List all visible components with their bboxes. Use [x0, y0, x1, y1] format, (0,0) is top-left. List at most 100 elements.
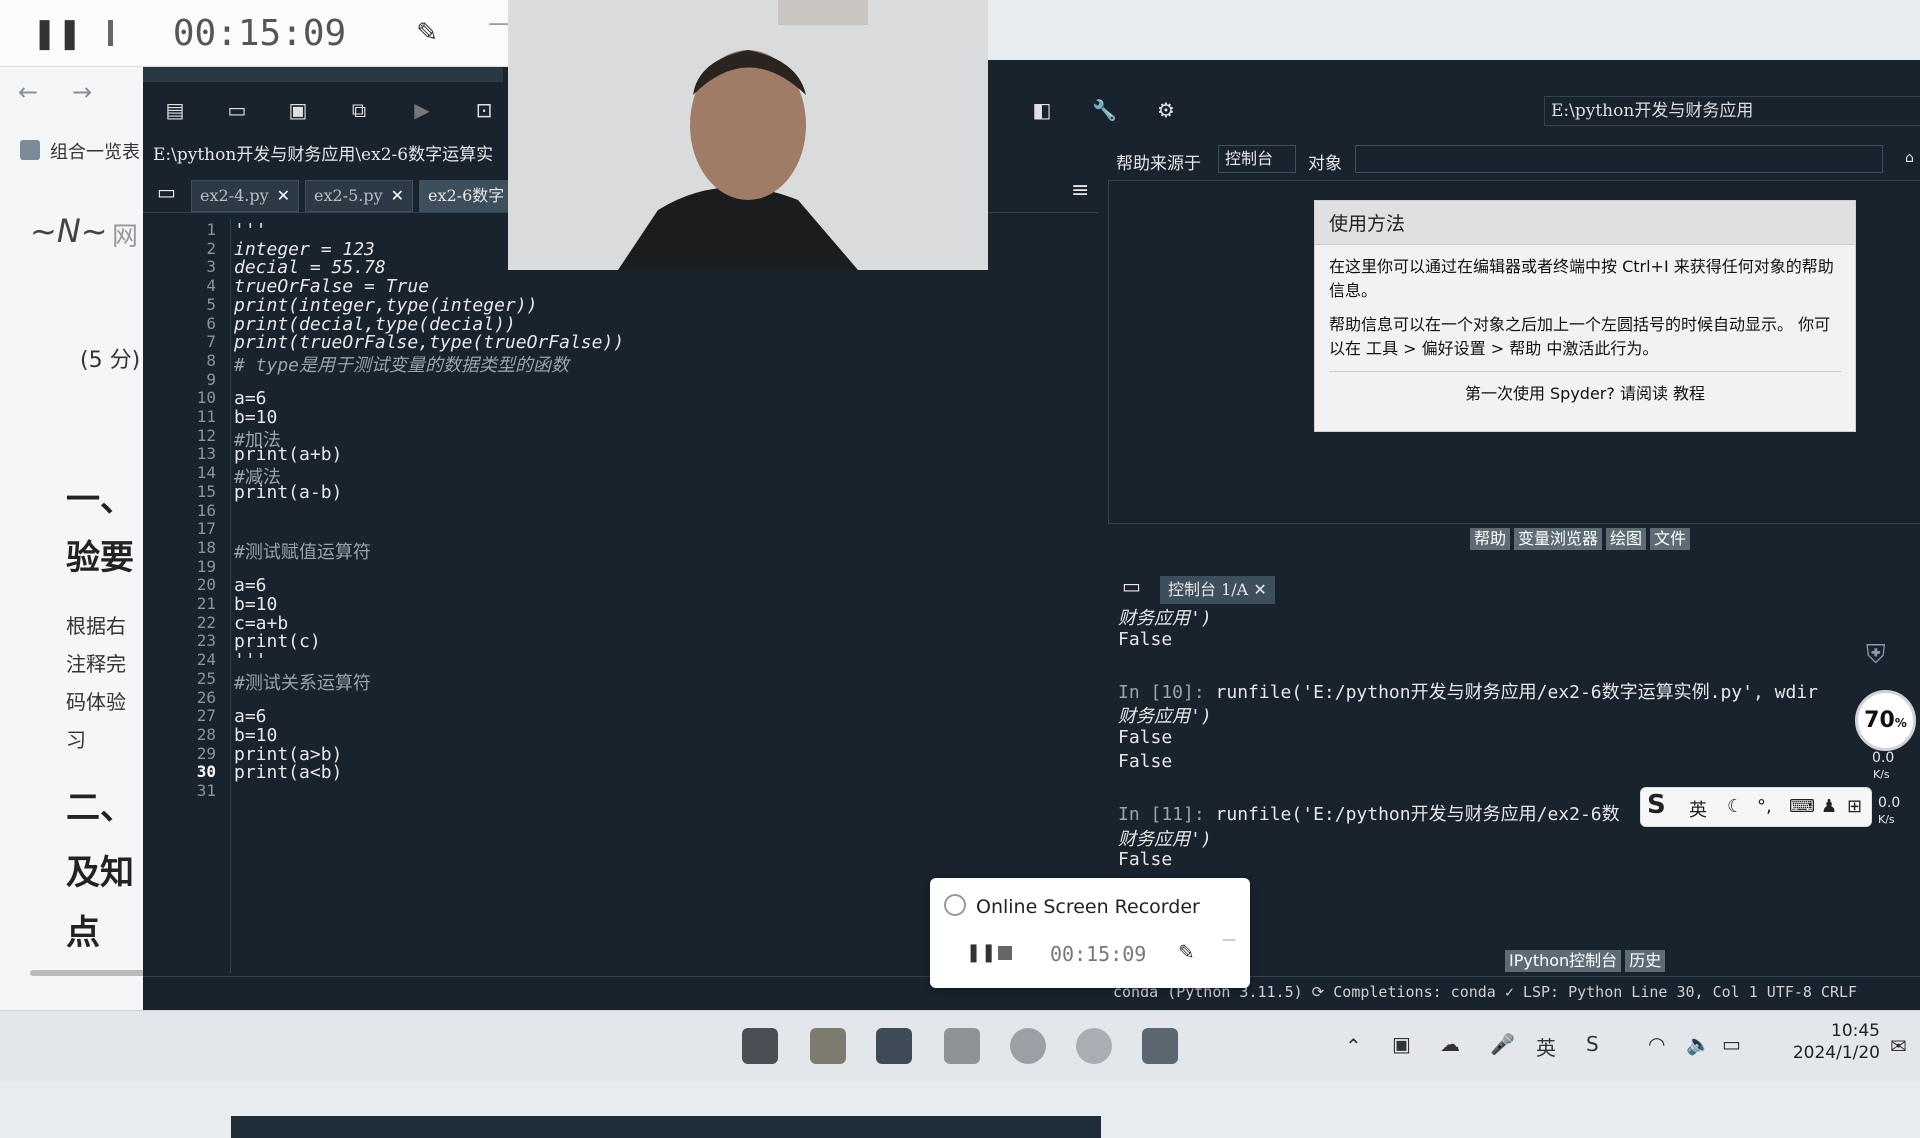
volume-icon[interactable]: 🔈: [1686, 1032, 1711, 1056]
ime-toolbar[interactable]: S 英 ☾ °, ⌨ ♟ ⊞: [1640, 787, 1872, 827]
home-icon[interactable]: ⌂: [1905, 150, 1914, 166]
save-all-icon[interactable]: ⧉: [347, 98, 371, 122]
minimize-icon[interactable]: —: [1222, 932, 1236, 948]
open-folder-icon[interactable]: ▭: [225, 98, 249, 122]
editor-tab-ex2-4[interactable]: ex2-4.py ✕: [191, 180, 300, 212]
recorder-toolbar: ❚❚ 00:15:09 ✎ —: [0, 0, 512, 67]
console-prompt: In [11]:: [1118, 804, 1205, 825]
network-speed-widget[interactable]: 70%: [1855, 690, 1916, 751]
back-arrow-icon[interactable]: ←: [18, 78, 38, 106]
editor-tab-ex2-6[interactable]: ex2-6数字: [419, 180, 514, 212]
maximize-pane-icon[interactable]: ◧: [1030, 98, 1054, 122]
tab-ipython-console[interactable]: IPython控制台: [1505, 950, 1622, 972]
console-bottom-tabs: IPython控制台 历史: [1505, 950, 1666, 972]
help-pane-tabs: 帮助 变量浏览器 绘图 文件: [1470, 528, 1691, 550]
line-number-gutter: 1 2 3 4 5 6 7 8 9 10 11 12 13 14 15 16 17 18 19 20 21 22 23 24 2…: [143, 218, 231, 973]
save-icon[interactable]: ▣: [286, 98, 310, 122]
moon-icon[interactable]: ☾: [1727, 796, 1743, 817]
python-path-icon[interactable]: ⚙: [1154, 98, 1178, 122]
wifi-icon[interactable]: ◠: [1648, 1032, 1665, 1056]
tab-files[interactable]: 文件: [1650, 528, 1691, 550]
tab-history[interactable]: 历史: [1625, 950, 1666, 972]
options-menu-icon[interactable]: ≡: [1071, 178, 1089, 203]
line-number: 17: [196, 519, 216, 539]
sogou-tray-icon[interactable]: S: [1586, 1032, 1599, 1056]
usage-paragraph-1: 在这里你可以通过在编辑器或者终端中按 Ctrl+I 来获得任何对象的帮助信息。: [1329, 257, 1834, 300]
keyboard-icon[interactable]: ⌨: [1789, 796, 1815, 817]
close-icon[interactable]: ✕: [1253, 580, 1266, 599]
editor-tab-ex2-5[interactable]: ex2-5.py ✕: [305, 180, 414, 212]
browser-tab-title[interactable]: 组合一览表: [50, 138, 140, 164]
spyder-app-icon[interactable]: [944, 1028, 980, 1064]
line-number: 13: [196, 444, 216, 464]
cloud-icon[interactable]: ☁: [1440, 1032, 1460, 1056]
stop-icon[interactable]: [998, 946, 1012, 960]
apps-grid-icon[interactable]: ⊞: [1847, 796, 1862, 817]
console-line: False: [1118, 849, 1172, 870]
console-prompt: In [10]:: [1118, 681, 1205, 703]
pen-icon[interactable]: ✎: [416, 18, 438, 48]
console-tab[interactable]: 控制台 1/A ✕: [1160, 576, 1275, 604]
line-number: 30: [196, 762, 216, 782]
feather-app-icon[interactable]: [876, 1028, 912, 1064]
score-text: (5 分): [80, 348, 141, 373]
working-directory-field[interactable]: E:\python开发与财务应用: [1544, 96, 1920, 126]
shield-icon[interactable]: ⛨: [1866, 640, 1886, 671]
tab-plots[interactable]: 绘图: [1606, 528, 1647, 550]
pause-icon[interactable]: ❚❚: [966, 942, 996, 963]
line-number: 6: [206, 313, 216, 333]
console-line: In [11]: runfile('E:/python开发与财务应用/ex2-6…: [1118, 800, 1620, 826]
console-line: False: [1118, 629, 1172, 650]
close-icon[interactable]: ✕: [391, 186, 404, 205]
tab-help[interactable]: 帮助: [1470, 528, 1511, 550]
horizontal-scrollbar[interactable]: [30, 970, 150, 976]
upload-speed-unit: K/s: [1873, 768, 1890, 781]
object-input[interactable]: [1355, 145, 1883, 173]
start-icon[interactable]: [742, 1028, 778, 1064]
ime-tray-icon[interactable]: 英: [1536, 1032, 1556, 1061]
preferences-wrench-icon[interactable]: 🔧: [1092, 98, 1117, 122]
tab-variable-explorer[interactable]: 变量浏览器: [1514, 528, 1603, 550]
line-number: 11: [196, 407, 216, 426]
console-text: runfile('E:/python开发与财务应用/ex2-6数字运算实例.py…: [1204, 681, 1818, 703]
browse-tabs-icon[interactable]: ▭: [157, 180, 176, 204]
tab-favicon-icon: [20, 140, 40, 160]
microphone-icon[interactable]: 🎤: [1490, 1032, 1515, 1056]
stop-icon[interactable]: [108, 20, 113, 46]
forward-arrow-icon[interactable]: →: [72, 78, 92, 106]
recorder-timer: 00:15:09: [172, 12, 347, 54]
help-source-label: 帮助来源于: [1116, 154, 1201, 174]
wps-app-icon[interactable]: [1142, 1028, 1178, 1064]
new-file-icon[interactable]: ▤: [163, 98, 187, 122]
chevron-up-icon[interactable]: ⌃: [1345, 1034, 1362, 1058]
system-clock[interactable]: 10:45 2024/1/20: [1760, 1020, 1880, 1064]
pause-icon[interactable]: ❚❚: [32, 16, 82, 51]
run-cell-icon[interactable]: ⊡: [472, 98, 496, 122]
line-number: 7: [206, 332, 216, 352]
notification-icon[interactable]: ✉: [1890, 1034, 1907, 1058]
line-number: 4: [206, 276, 216, 296]
line-number: 16: [196, 500, 216, 520]
heading-2c: 点: [66, 913, 100, 953]
help-source-select[interactable]: 控制台: [1218, 145, 1296, 173]
pen-icon[interactable]: ✎: [1178, 940, 1195, 964]
line-number: 18: [196, 537, 216, 557]
run-icon[interactable]: ▶: [410, 98, 434, 122]
battery-icon[interactable]: ▭: [1722, 1032, 1741, 1056]
user-icon[interactable]: ♟: [1821, 796, 1837, 817]
site-logo-icon: ~N~: [30, 212, 108, 250]
console-text: 财务应用'): [1118, 706, 1212, 727]
browse-tabs-icon[interactable]: ▭: [1122, 574, 1141, 598]
punctuation-icon[interactable]: °,: [1757, 796, 1772, 817]
browser-app-icon[interactable]: [1076, 1028, 1112, 1064]
ime-language[interactable]: 英: [1689, 796, 1707, 822]
console-text: False: [1118, 751, 1173, 772]
usage-tutorial-link[interactable]: 第一次使用 Spyder? 请阅读 教程: [1329, 371, 1841, 404]
tray-app-icon[interactable]: ▣: [1392, 1032, 1411, 1056]
line-number: 9: [206, 369, 216, 389]
file-explorer-icon[interactable]: [810, 1028, 846, 1064]
close-icon[interactable]: ✕: [277, 186, 290, 205]
code-editor[interactable]: ''' integer = 123 decial = 55.78 trueOrFals…: [231, 218, 1101, 1138]
line-number: 1: [206, 220, 216, 239]
recorder-app-icon[interactable]: [1010, 1028, 1046, 1064]
